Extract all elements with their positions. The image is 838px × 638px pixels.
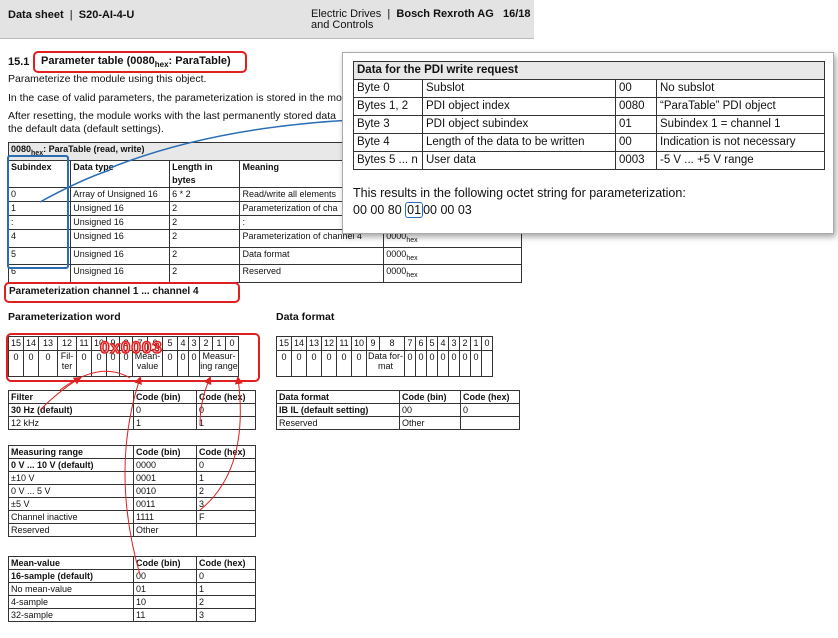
result-text: This results in the following octet stri… [353, 186, 686, 200]
pdi-table: Data for the PDI write request Byte 0 Sub… [353, 61, 825, 170]
pdi-table-title: Data for the PDI write request [353, 61, 825, 80]
arrow-filter [39, 376, 82, 411]
table-row: Byte 0 Subslot 00 No subslot [353, 79, 825, 98]
octet-highlight: 01 [405, 202, 424, 218]
octet-string: 00 00 80 01 00 00 03 [353, 202, 472, 218]
table-row: Bytes 1, 2 PDI object index 0080 “ParaTable… [353, 97, 825, 116]
table-row: Byte 3 PDI object subindex 01 Subindex 1 = … [353, 115, 825, 134]
blue-arrow-to-popup [109, 114, 355, 169]
arrow-filter-link [59, 370, 131, 391]
arrow-filter-code [199, 376, 212, 426]
blue-arrow-short [39, 169, 111, 203]
table-row: Byte 4 Length of the data to be written 00… [353, 133, 825, 152]
arrow-range-code [199, 376, 243, 511]
arrow-mean-code [124, 376, 142, 576]
table-row: Bytes 5 ... n User data 0003 -5 V ... +5 V … [353, 151, 825, 170]
pdi-write-request-popup: Data for the PDI write request Byte 0 Sub… [342, 52, 834, 234]
